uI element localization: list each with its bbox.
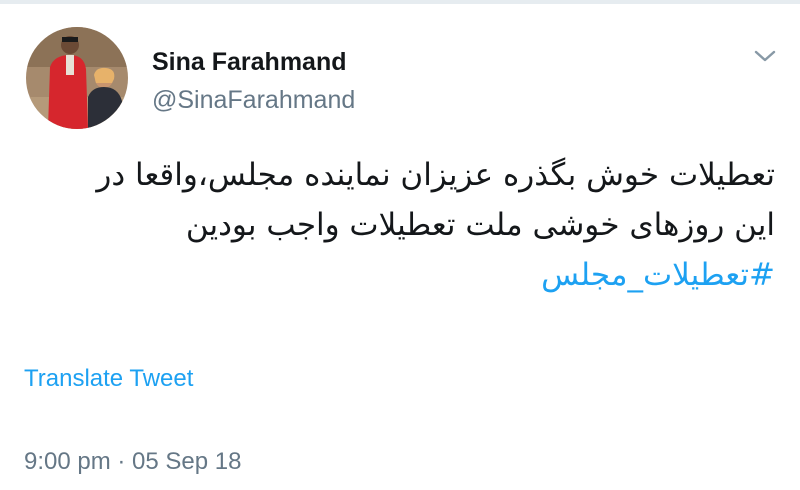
- tweet-text-line: تعطیلات خوش بگذره عزیزان نماینده مجلس،وا…: [96, 157, 775, 193]
- avatar[interactable]: [26, 27, 128, 129]
- author-handle[interactable]: @SinaFarahmand: [152, 84, 355, 116]
- chevron-down-icon[interactable]: [750, 44, 780, 68]
- tweet-text-line: این روزهای خوشی ملت تعطیلات واجب بودین: [185, 207, 775, 243]
- hashtag-link[interactable]: #تعطیلات_مجلس: [75, 250, 775, 300]
- tweet-text: تعطیلات خوش بگذره عزیزان نماینده مجلس،وا…: [75, 150, 775, 300]
- tweet-timestamp[interactable]: 9:00 pm · 05 Sep 18: [24, 447, 241, 477]
- author-display-name[interactable]: Sina Farahmand: [152, 46, 347, 78]
- top-divider: [0, 0, 800, 4]
- avatar-photo: [26, 27, 128, 129]
- translate-tweet-link[interactable]: Translate Tweet: [24, 364, 193, 394]
